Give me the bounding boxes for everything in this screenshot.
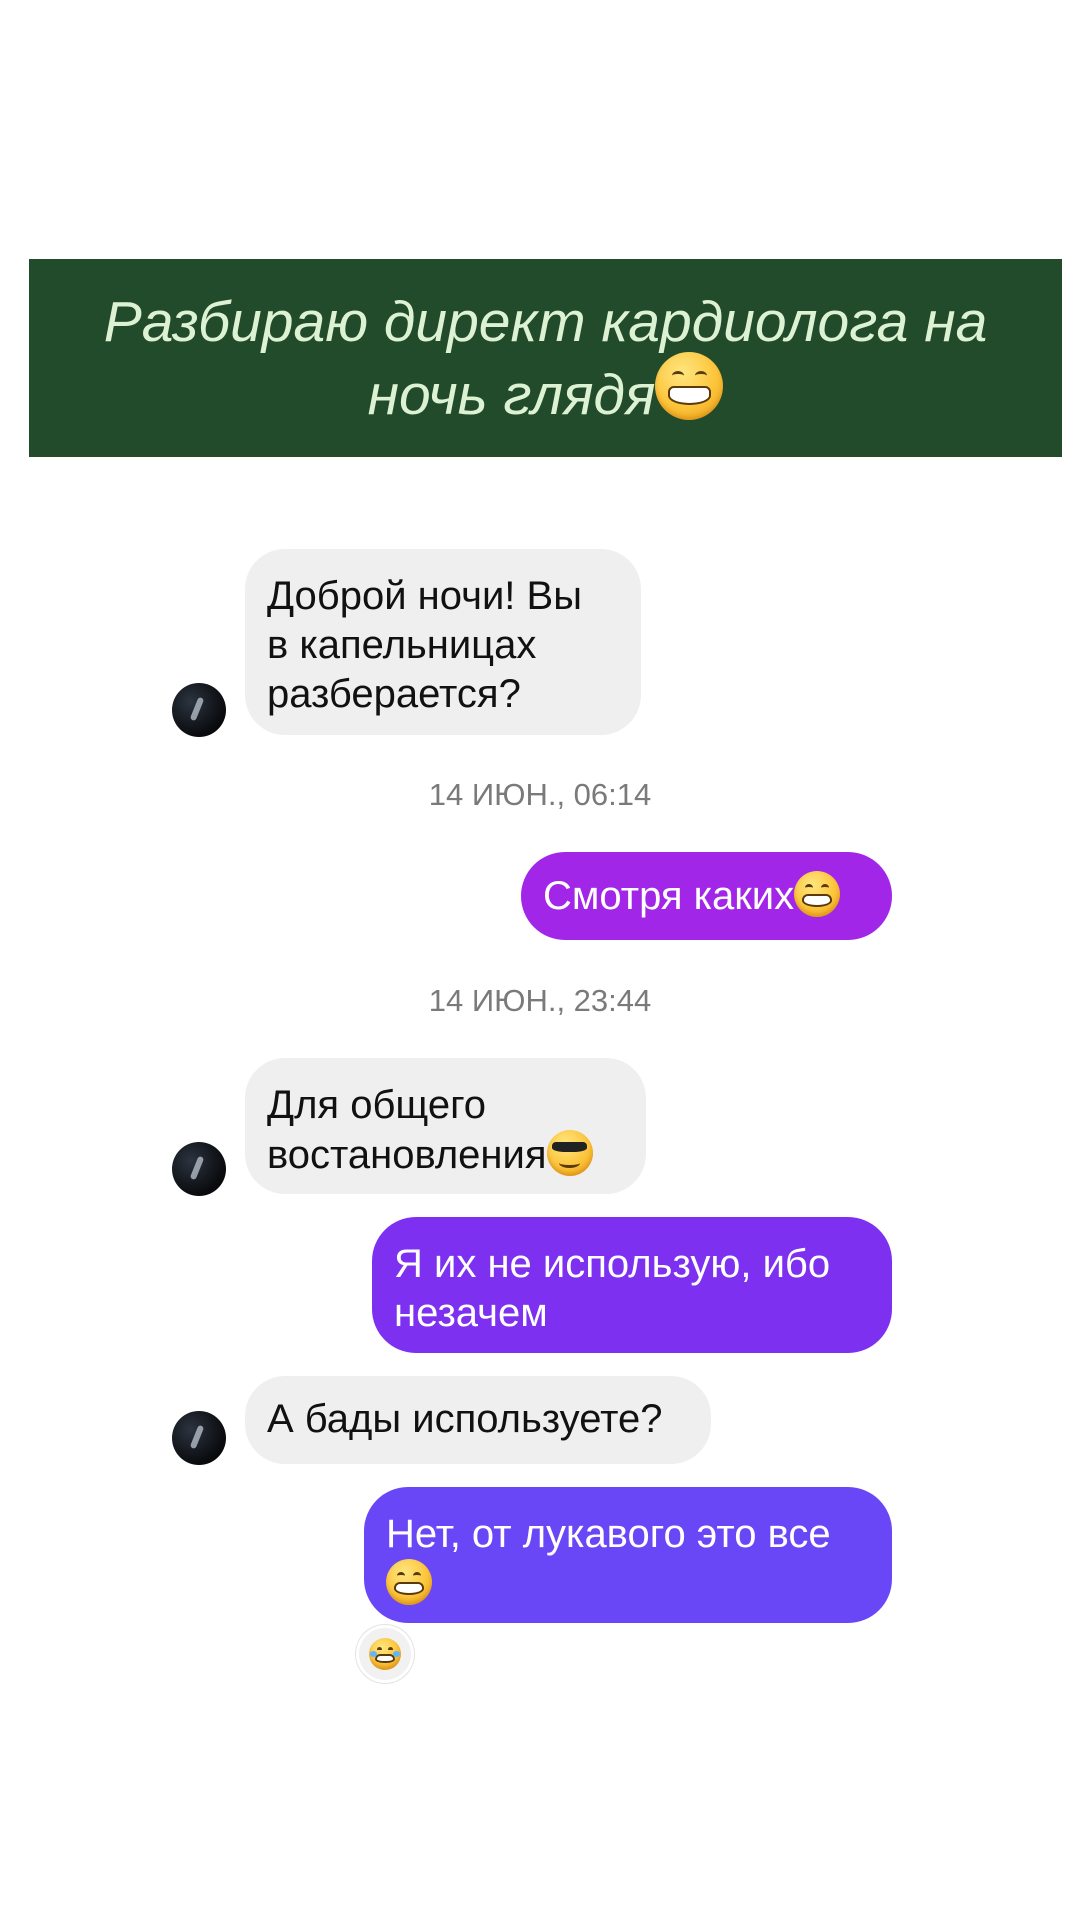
incoming-message-bubble[interactable]: Доброй ночи! Вы в капельницах разбераетс… (245, 549, 641, 735)
outgoing-message-bubble[interactable]: Я их не использую, ибо незачем (372, 1217, 892, 1353)
message-text: Доброй ночи! Вы в капельницах разбераетс… (267, 574, 582, 716)
message-text: Для общего востановления (267, 1081, 646, 1180)
sunglasses-face-icon (546, 1130, 593, 1176)
message-text: А бады используете? (267, 1397, 663, 1441)
tears-of-joy-icon (369, 1638, 401, 1670)
message-timestamp: 14 ИЮН., 23:44 (428, 983, 652, 1018)
grinning-face-icon (386, 1559, 432, 1605)
contact-avatar[interactable] (172, 683, 226, 737)
incoming-message-bubble[interactable]: Для общего востановления (245, 1058, 646, 1194)
grinning-face-icon (655, 351, 724, 420)
incoming-message-bubble[interactable]: А бады используете? (245, 1376, 711, 1464)
story-page: Разбираю директ кардиолога на ночь глядя… (0, 0, 1080, 1920)
message-text: Я их не использую, ибо незачем (394, 1242, 831, 1335)
banner-title-text: Разбираю директ кардиолога на ночь глядя (103, 289, 988, 427)
contact-avatar[interactable] (172, 1142, 226, 1196)
outgoing-message-bubble[interactable]: Нет, от лукавого это все (364, 1487, 892, 1623)
message-timestamp: 14 ИЮН., 06:14 (428, 777, 652, 812)
grinning-face-icon (794, 871, 841, 917)
message-text: Смотря каких (543, 874, 795, 918)
message-reaction[interactable] (356, 1625, 414, 1683)
banner-title: Разбираю директ кардиолога на ночь глядя (79, 292, 1012, 425)
title-banner: Разбираю директ кардиолога на ночь глядя (29, 259, 1062, 457)
message-text: Нет, от лукавого это все (386, 1510, 892, 1609)
outgoing-message-bubble[interactable]: Смотря каких (521, 852, 892, 940)
contact-avatar[interactable] (172, 1411, 226, 1465)
